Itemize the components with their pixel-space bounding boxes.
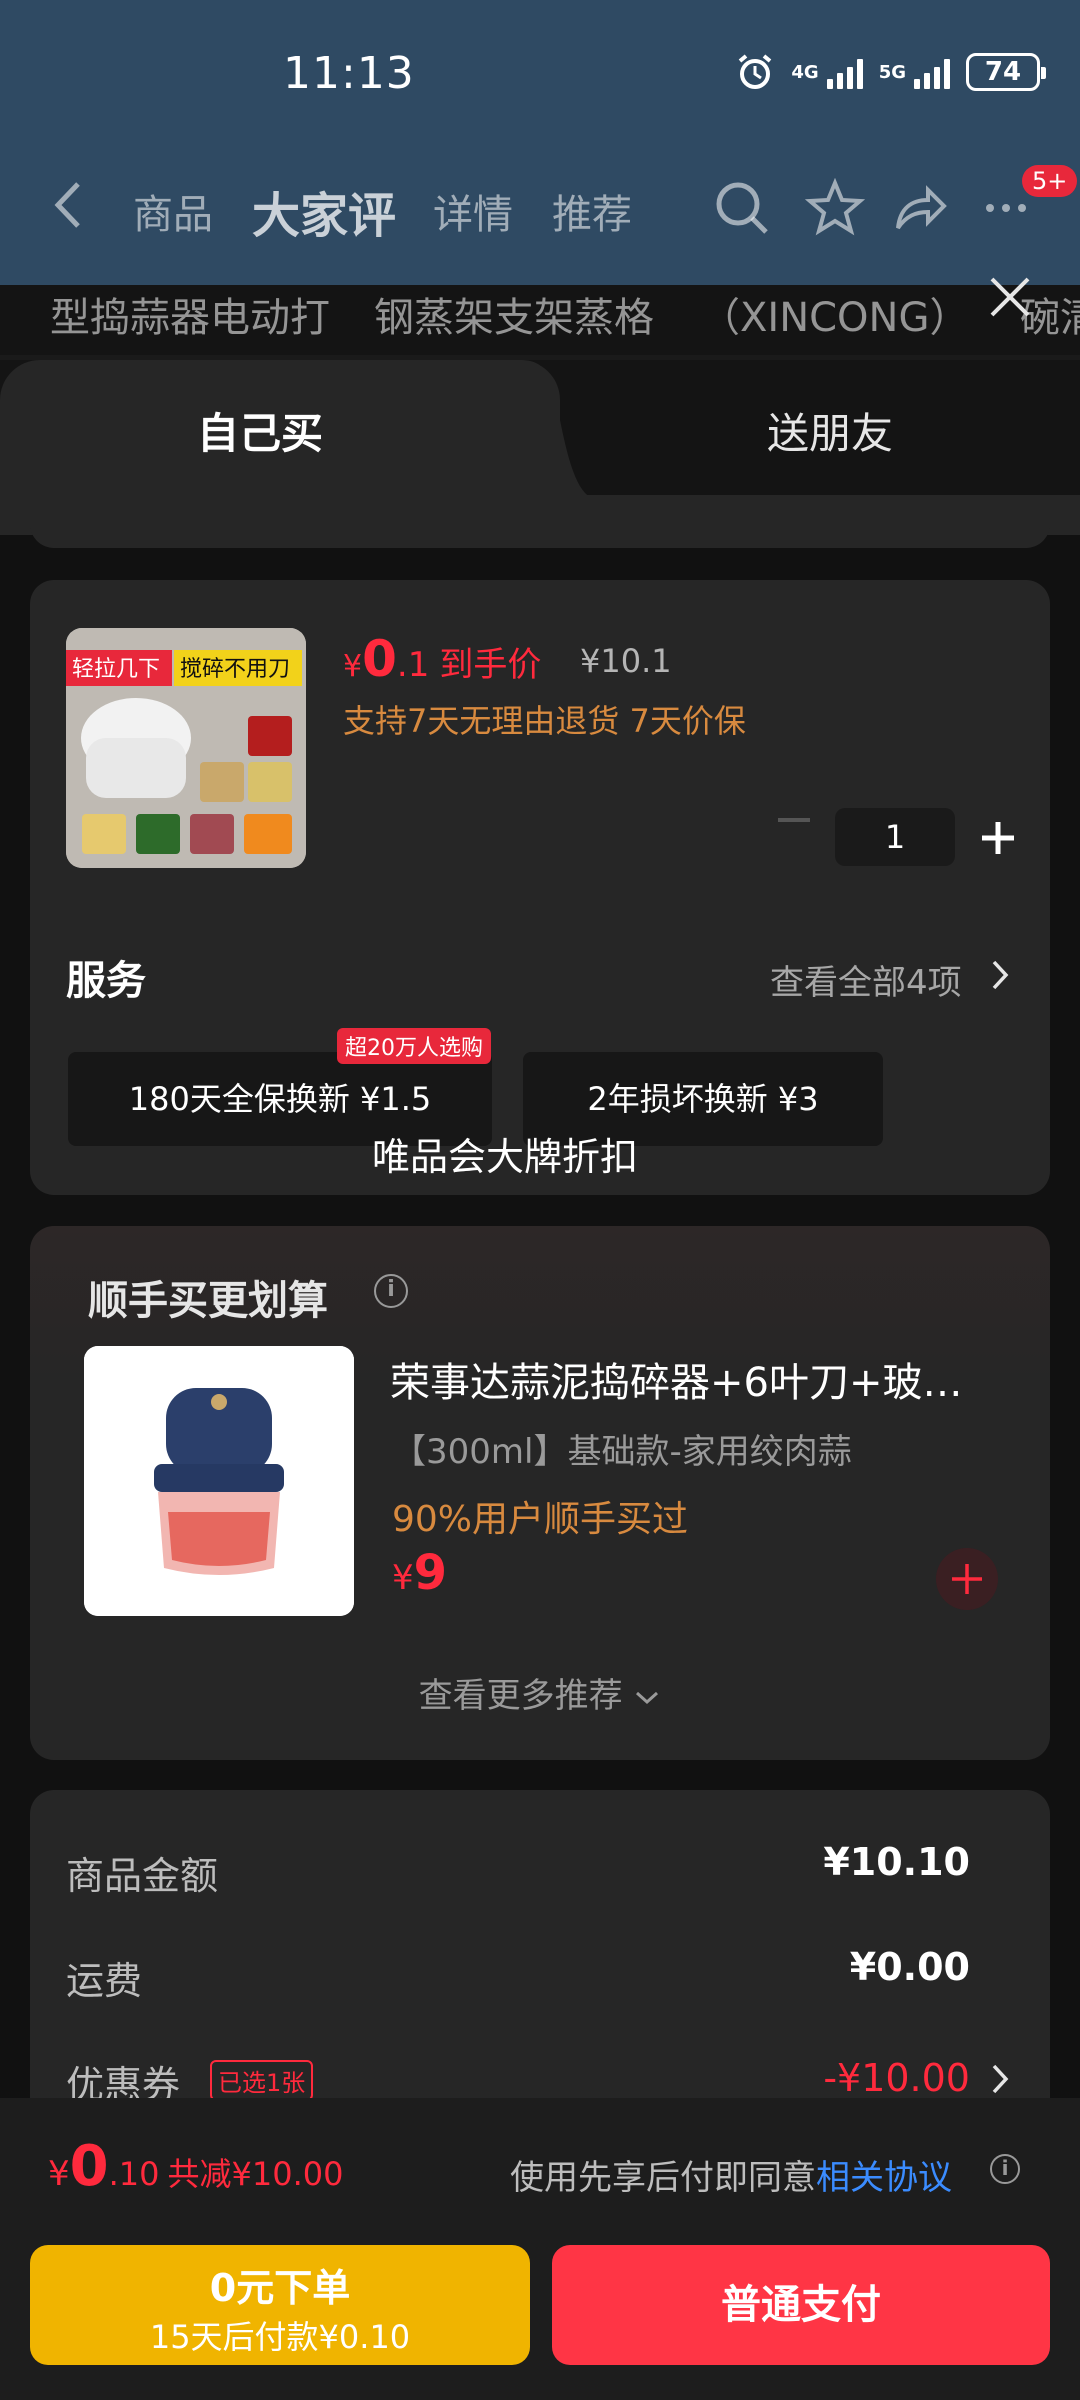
product-image: 轻拉几下 搅碎不用刀 xyxy=(66,628,306,868)
total-symbol: ¥ xyxy=(48,2154,70,2194)
view-more-label: 查看更多推荐 xyxy=(418,1676,623,1716)
goods-amount-label: 商品金额 xyxy=(66,1854,219,1898)
price-dec: .1 xyxy=(396,645,430,685)
agreement-prefix: 使用先享后付即同意 xyxy=(510,2158,816,2198)
alarm-icon xyxy=(739,54,772,89)
strip-item: （XINCONG） xyxy=(700,295,970,341)
tab-buy-gift[interactable]: 送朋友 xyxy=(620,400,1040,461)
product-final-price: ¥0.1 到手价 xyxy=(343,630,541,688)
close-icon[interactable] xyxy=(988,275,1032,319)
addon-purchase-rate: 90%用户顺手买过 xyxy=(392,1499,689,1540)
related-strip: 型捣蒜器电动打 钢蒸架支架蒸格 （XINCONG） 碗清 xyxy=(0,285,1080,355)
info-icon[interactable]: i xyxy=(374,1274,408,1308)
addon-price-symbol: ¥ xyxy=(392,1558,414,1598)
addon-title: 顺手买更划算 xyxy=(88,1278,328,1324)
tab-buy-self[interactable]: 自己买 xyxy=(0,400,520,461)
shipping-value: ¥0.00 xyxy=(849,1945,970,1989)
quantity-decrease-button[interactable] xyxy=(778,818,810,822)
services-title: 服务 xyxy=(66,958,146,1004)
product-nav: 商品 大家评 详情 推荐 xyxy=(0,160,1080,250)
more-badge: 5+ xyxy=(1022,165,1078,197)
normal-pay-button[interactable]: 普通支付 xyxy=(552,2245,1050,2365)
signal-icon xyxy=(914,55,950,89)
image-tag-2: 搅碎不用刀 xyxy=(180,657,290,682)
product-picture: 轻拉几下 搅碎不用刀 xyxy=(66,628,306,868)
goods-amount-value: ¥10.10 xyxy=(823,1840,970,1884)
price-int: 0 xyxy=(362,630,397,688)
original-price: ¥10.1 xyxy=(580,642,672,680)
strip-item: 型捣蒜器电动打 xyxy=(50,295,330,341)
price-symbol: ¥ xyxy=(343,649,363,684)
share-icon[interactable] xyxy=(890,178,950,238)
popular-badge: 超20万人选购 xyxy=(337,1028,491,1064)
total-price: ¥0.10 共减¥10.00 xyxy=(48,2134,343,2199)
addon-spec[interactable]: 【300ml】基础款-家用绞肉蒜 xyxy=(392,1424,852,1473)
chevron-right-icon[interactable] xyxy=(990,2062,1010,2096)
tab-recommend[interactable]: 推荐 xyxy=(552,182,632,240)
services-view-all[interactable]: 查看全部4项 xyxy=(770,955,962,1004)
add-addon-button[interactable] xyxy=(936,1548,998,1610)
star-icon[interactable] xyxy=(805,178,865,238)
previous-card-edge xyxy=(30,500,1050,548)
battery-icon: 74 xyxy=(966,53,1046,91)
view-more-recommendations[interactable]: 查看更多推荐 xyxy=(0,1668,1080,1717)
guarantee-text: 支持7天无理由退货 7天价保 xyxy=(343,702,746,740)
status-time: 11:13 xyxy=(283,48,415,99)
agreement-text: 使用先享后付即同意相关协议 xyxy=(510,2150,952,2199)
addon-image[interactable] xyxy=(84,1346,354,1616)
coupon-value[interactable]: -¥10.00 xyxy=(823,2056,970,2100)
status-icons: 4G 5G 74 xyxy=(735,52,1046,92)
addon-price-value: 9 xyxy=(413,1545,448,1601)
checkout-page: 11:13 4G 5G 74 商品 大家评 详情 推荐 5+ 型捣蒜器电动打 钢… xyxy=(0,0,1080,2400)
network-type-1: 4G xyxy=(791,61,819,83)
tab-reviews[interactable]: 大家评 xyxy=(252,176,396,246)
chevron-down-icon xyxy=(636,1691,659,1704)
addon-price: ¥9 xyxy=(392,1545,447,1601)
total-int: 0 xyxy=(69,2134,109,2199)
strip-item: 钢蒸架支架蒸格 xyxy=(374,295,654,341)
quantity-field[interactable]: 1 xyxy=(835,808,955,866)
addon-product-name[interactable]: 荣事达蒜泥捣碎器+6叶刀+玻… xyxy=(390,1350,990,1408)
back-icon[interactable] xyxy=(48,180,88,230)
info-icon[interactable]: i xyxy=(990,2154,1020,2184)
addon-picture xyxy=(84,1346,354,1616)
total-reduction: 共减¥10.00 xyxy=(167,2155,344,2193)
chevron-right-icon[interactable] xyxy=(990,958,1010,992)
pay-later-title: 0元下单 xyxy=(209,2266,351,2310)
search-icon[interactable] xyxy=(712,178,772,238)
image-tag-1: 轻拉几下 xyxy=(72,657,160,682)
shipping-label: 运费 xyxy=(66,1959,143,2003)
pay-later-button[interactable]: 0元下单 15天后付款¥0.10 xyxy=(30,2245,530,2365)
total-dec: .10 xyxy=(108,2155,160,2193)
pay-later-subtitle: 15天后付款¥0.10 xyxy=(149,2318,411,2356)
network-type-2: 5G xyxy=(878,61,906,83)
price-label: 到手价 xyxy=(439,645,542,685)
tab-goods[interactable]: 商品 xyxy=(133,182,213,240)
agreement-link[interactable]: 相关协议 xyxy=(816,2158,952,2198)
coupon-selected-tag: 已选1张 xyxy=(210,2060,314,2101)
signal-icon xyxy=(826,55,863,89)
tab-details[interactable]: 详情 xyxy=(433,182,513,240)
brand-discount-overlay: 唯品会大牌折扣 xyxy=(371,1135,638,1179)
tab-curve xyxy=(520,360,600,500)
quantity-increase-button[interactable] xyxy=(980,820,1016,856)
